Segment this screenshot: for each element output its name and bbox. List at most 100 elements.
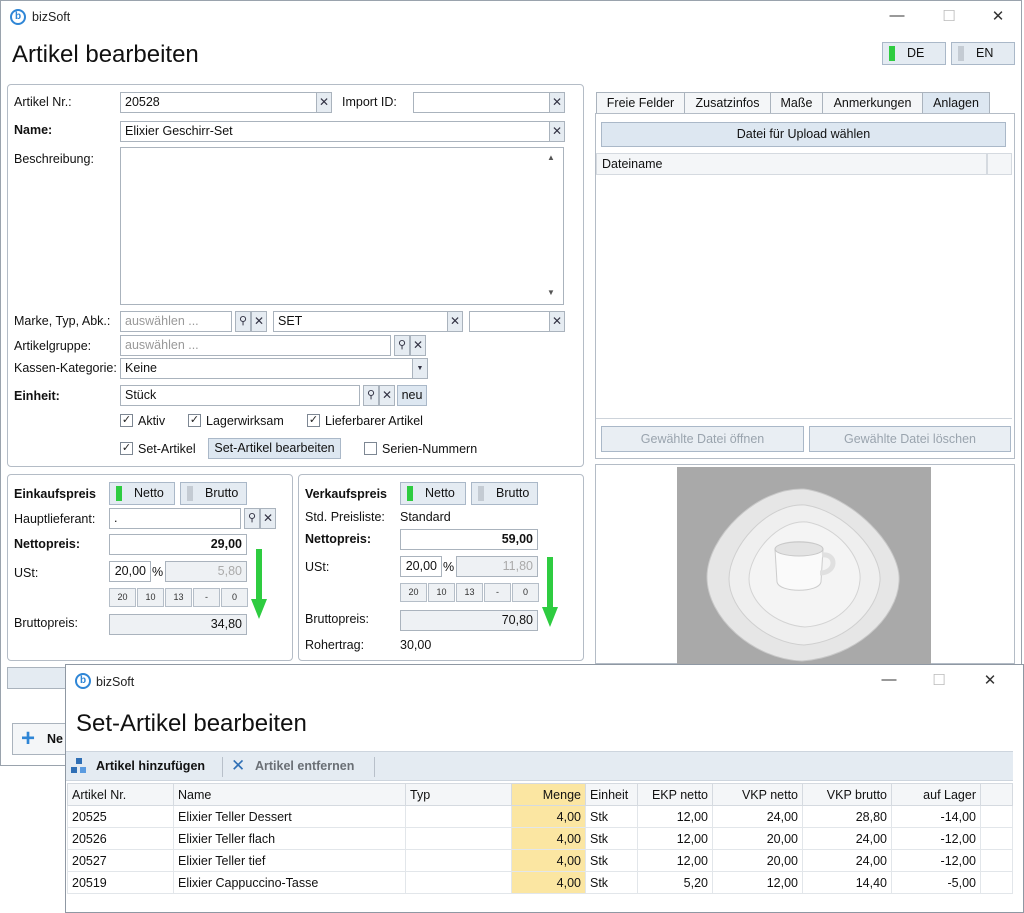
einheit-new-button[interactable]: neu [397,385,427,406]
close-icon[interactable]: ✕ [988,7,1008,25]
col-artikel-nr[interactable]: Artikel Nr. [67,783,174,806]
cell-menge[interactable]: 4,00 [511,805,586,828]
cell-menge[interactable]: 4,00 [511,871,586,894]
minimize-icon[interactable]: — [887,7,907,24]
lagerwirksam-checkbox[interactable]: ✓ Lagerwirksam [188,413,284,429]
clear-icon[interactable]: ✕ [549,92,565,113]
artikelgruppe-select[interactable]: auswählen ... [120,335,391,356]
vat-none-button[interactable]: - [193,588,220,607]
col-vkp-brutto[interactable]: VKP brutto [802,783,892,806]
delete-file-button[interactable]: Gewählte Datei löschen [809,426,1011,452]
vat-10-button[interactable]: 10 [137,588,164,607]
abk-input[interactable] [469,311,550,332]
inactive-indicator [187,486,193,501]
open-file-button[interactable]: Gewählte Datei öffnen [601,426,804,452]
marke-select[interactable]: auswählen ... [120,311,232,332]
table-row[interactable]: 20525 Elixier Teller Dessert 4,00 Stk 12… [67,805,1013,828]
vat-13-button[interactable]: 13 [456,583,483,602]
scroll-up-icon[interactable]: ▲ [547,153,555,162]
cell-auf-lager: -12,00 [891,849,981,872]
chevron-down-icon[interactable]: ▼ [412,358,428,379]
maximize-icon[interactable]: ☐ [939,7,959,25]
new-article-button[interactable]: + Ne [12,723,72,755]
search-icon[interactable]: ⚲ [394,335,410,356]
table-row[interactable]: 20526 Elixier Teller flach 4,00 Stk 12,0… [67,827,1013,850]
set-articles-table[interactable]: Artikel Nr. Name Typ Menge Einheit EKP n… [67,783,1013,894]
col-auf-lager[interactable]: auf Lager [891,783,981,806]
ek-ust-rate-input[interactable]: 20,00 [109,561,151,582]
lang-de-button[interactable]: DE [882,42,946,65]
clear-icon[interactable]: ✕ [260,508,276,529]
col-ekp-netto[interactable]: EKP netto [637,783,713,806]
tab-zusatzinfos[interactable]: Zusatzinfos [684,92,771,114]
add-article-label: Artikel hinzufügen [96,759,206,773]
product-image[interactable] [677,467,931,664]
set-artikel-checkbox[interactable]: ✓ Set-Artikel [120,441,196,457]
import-id-input[interactable] [413,92,550,113]
vk-netto-input[interactable]: 59,00 [400,529,538,550]
tab-anlagen[interactable]: Anlagen [922,92,990,114]
clear-icon[interactable]: ✕ [549,311,565,332]
table-row[interactable]: 20519 Elixier Cappuccino-Tasse 4,00 Stk … [67,871,1013,894]
ek-netto-input[interactable]: 29,00 [109,534,247,555]
file-column-header[interactable]: Dateiname [596,153,987,175]
col-typ[interactable]: Typ [405,783,512,806]
typ-input[interactable]: SET [273,311,448,332]
col-name[interactable]: Name [173,783,406,806]
name-label: Name: [14,123,53,137]
search-icon[interactable]: ⚲ [363,385,379,406]
lieferbar-checkbox[interactable]: ✓ Lieferbarer Artikel [307,413,423,429]
cell-vkp-brutto: 24,00 [802,827,892,850]
clear-icon[interactable]: ✕ [251,311,267,332]
name-input[interactable]: Elixier Geschirr-Set [120,121,550,142]
vat-none-button[interactable]: - [484,583,511,602]
col-vkp-netto[interactable]: VKP netto [712,783,803,806]
cell-ekp-netto: 12,00 [637,827,713,850]
ek-brutto-input[interactable]: 34,80 [109,614,247,635]
upload-button[interactable]: Datei für Upload wählen [601,122,1006,147]
search-icon[interactable]: ⚲ [244,508,260,529]
beschreibung-textarea[interactable] [120,147,564,305]
vat-20-button[interactable]: 20 [109,588,136,607]
verkauf-netto-button[interactable]: Netto [400,482,466,505]
tab-anmerkungen[interactable]: Anmerkungen [822,92,923,114]
clear-icon[interactable]: ✕ [379,385,395,406]
maximize-icon[interactable]: ☐ [929,671,949,689]
verkauf-brutto-button[interactable]: Brutto [471,482,538,505]
einheit-select[interactable]: Stück [120,385,360,406]
aktiv-checkbox[interactable]: ✓ Aktiv [120,413,165,429]
table-row[interactable]: 20527 Elixier Teller tief 4,00 Stk 12,00… [67,849,1013,872]
col-einheit[interactable]: Einheit [585,783,638,806]
vat-20-button[interactable]: 20 [400,583,427,602]
kassen-select[interactable]: Keine [120,358,413,379]
serien-checkbox[interactable]: Serien-Nummern [364,441,477,457]
vat-13-button[interactable]: 13 [165,588,192,607]
set-artikel-edit-button[interactable]: Set-Artikel bearbeiten [208,438,341,459]
minimize-icon[interactable]: — [879,671,899,688]
rohertrag-value: 30,00 [400,638,432,652]
lang-en-button[interactable]: EN [951,42,1015,65]
clear-icon[interactable]: ✕ [447,311,463,332]
vk-brutto-input[interactable]: 70,80 [400,610,538,631]
vat-10-button[interactable]: 10 [428,583,455,602]
close-icon[interactable]: ✕ [980,671,1000,689]
artikel-nr-input[interactable]: 20528 [120,92,317,113]
tab-freie-felder[interactable]: Freie Felder [596,92,685,114]
cell-menge[interactable]: 4,00 [511,849,586,872]
vk-ust-rate-input[interactable]: 20,00 [400,556,442,577]
clear-icon[interactable]: ✕ [549,121,565,142]
vat-0-button[interactable]: 0 [512,583,539,602]
vat-0-button[interactable]: 0 [221,588,248,607]
clear-icon[interactable]: ✕ [410,335,426,356]
scroll-down-icon[interactable]: ▼ [547,288,555,297]
cell-menge[interactable]: 4,00 [511,827,586,850]
tab-masse[interactable]: Maße [770,92,823,114]
clear-icon[interactable]: ✕ [316,92,332,113]
einkauf-netto-button[interactable]: Netto [109,482,175,505]
percent-label: % [443,560,455,574]
einkauf-brutto-button[interactable]: Brutto [180,482,247,505]
file-list[interactable] [596,153,1012,419]
search-icon[interactable]: ⚲ [235,311,251,332]
lieferant-input[interactable]: . [109,508,241,529]
col-menge[interactable]: Menge [511,783,586,806]
